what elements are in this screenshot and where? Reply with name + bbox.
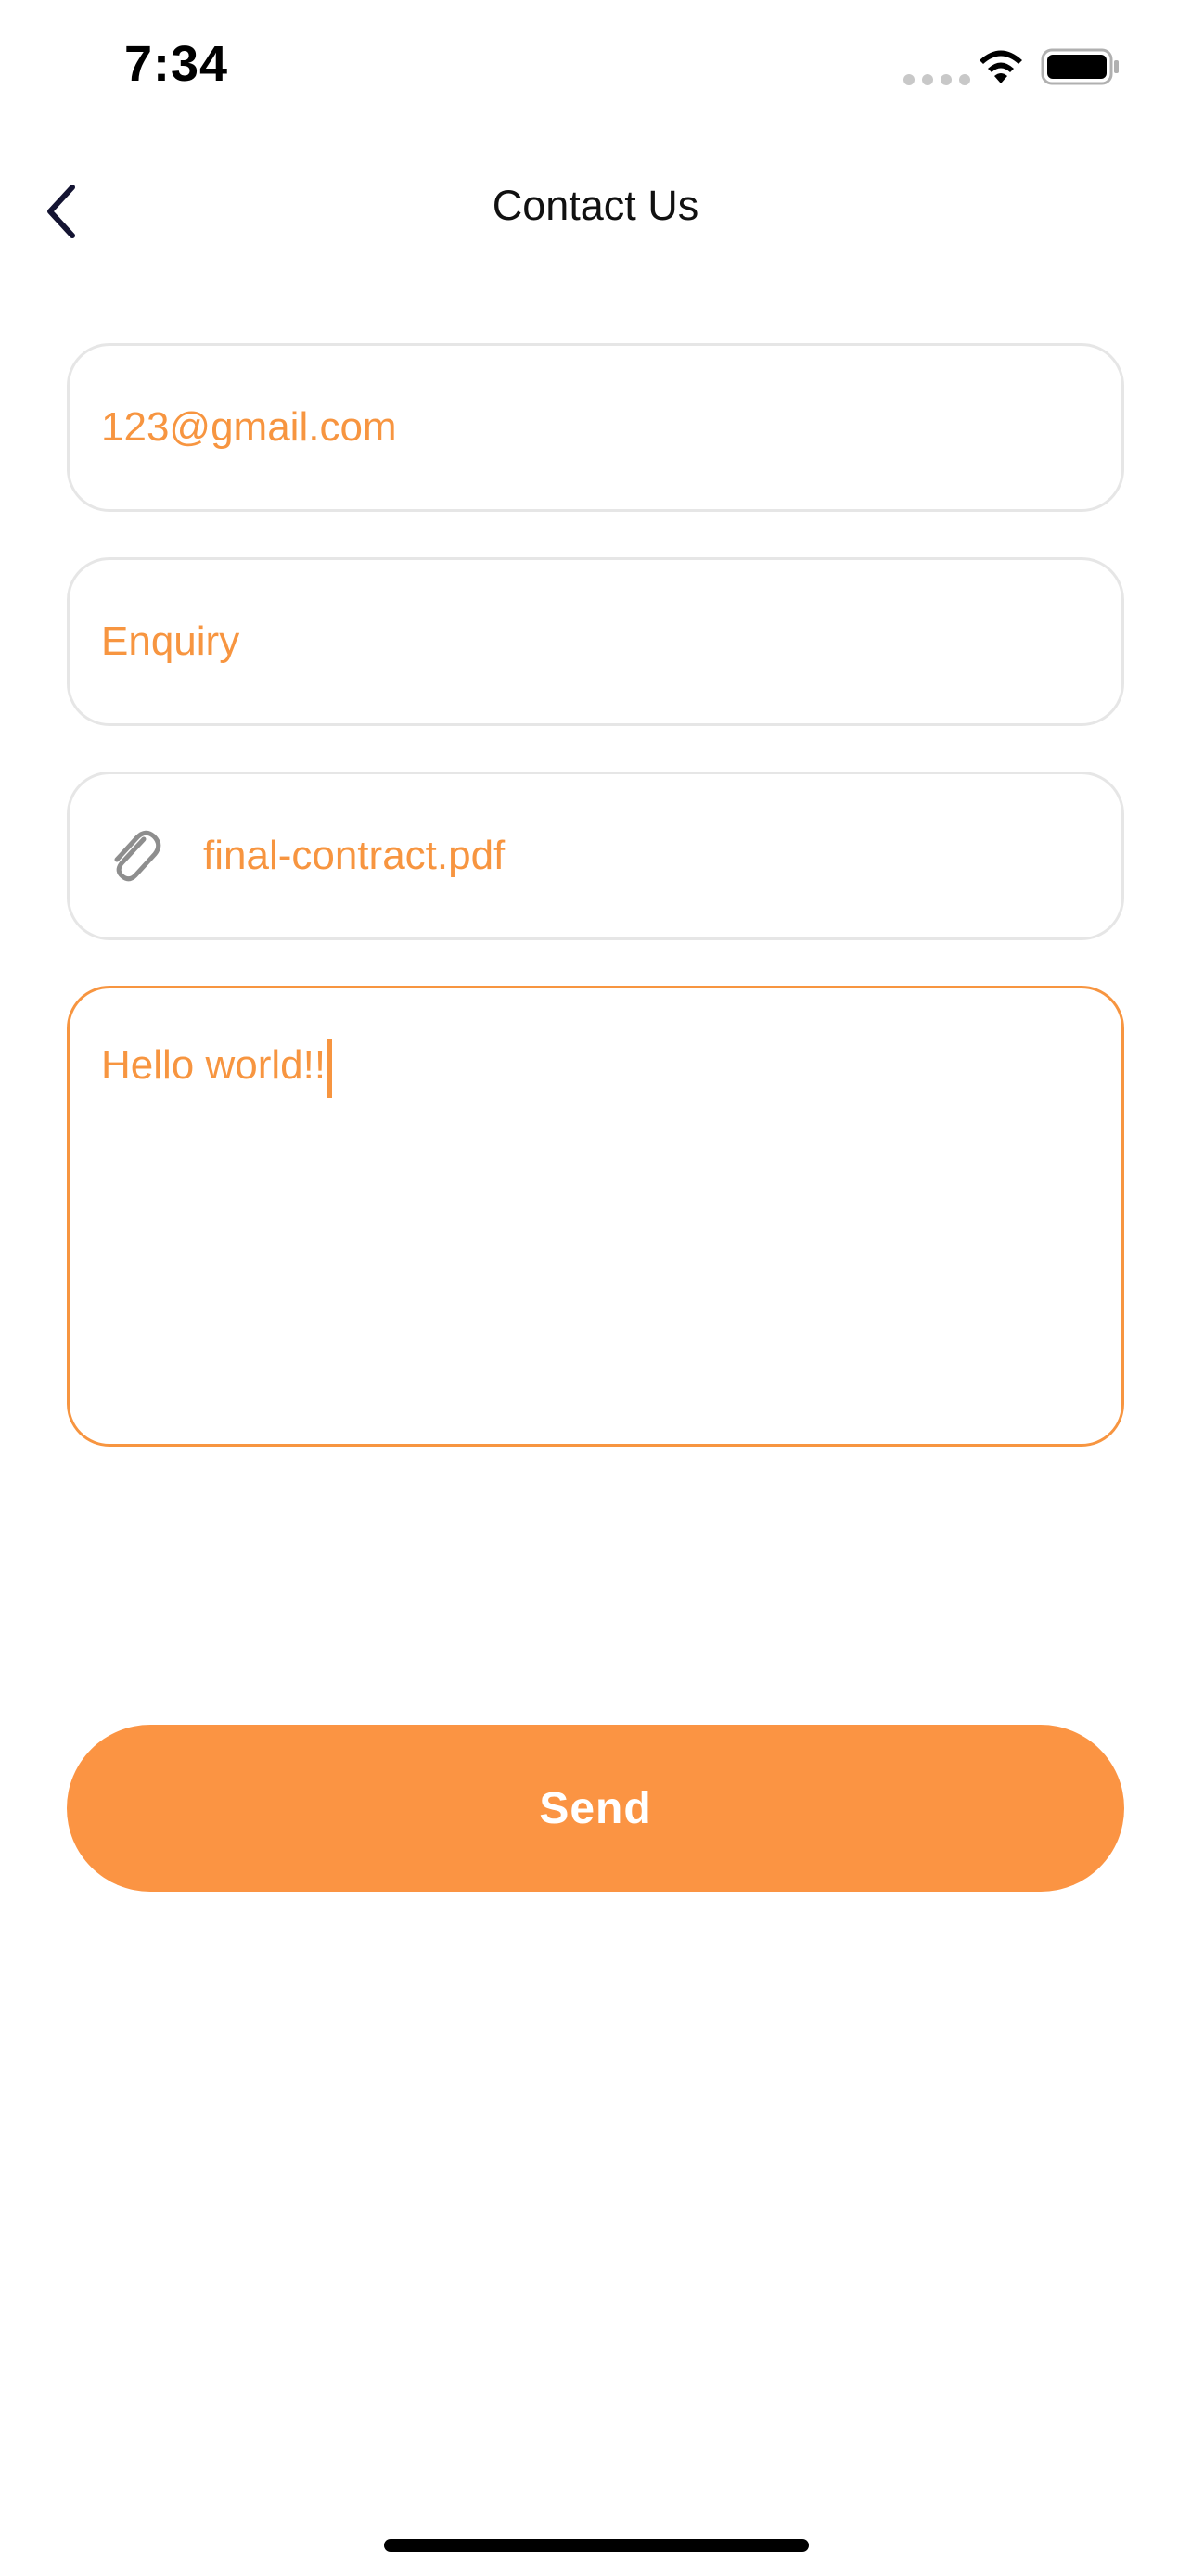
message-text: Hello world!!	[101, 1042, 327, 1088]
battery-icon	[1041, 48, 1119, 85]
home-indicator[interactable]	[384, 2539, 809, 2552]
paperclip-icon[interactable]	[103, 819, 168, 893]
email-field[interactable]: 123@gmail.com	[67, 343, 1124, 512]
email-field-value: 123@gmail.com	[101, 404, 397, 450]
message-textarea[interactable]: Hello world!!	[67, 986, 1124, 1447]
wifi-icon	[980, 50, 1022, 83]
subject-field-value: Enquiry	[101, 618, 240, 664]
subject-field[interactable]: Enquiry	[67, 557, 1124, 726]
attachment-filename: final-contract.pdf	[203, 833, 506, 878]
status-time: 7:34	[124, 36, 229, 92]
signal-icon	[903, 74, 970, 85]
attachment-field[interactable]: final-contract.pdf	[67, 772, 1124, 940]
page-title: Contact Us	[492, 182, 699, 229]
send-button[interactable]: Send	[67, 1725, 1124, 1892]
text-cursor	[327, 1039, 333, 1098]
